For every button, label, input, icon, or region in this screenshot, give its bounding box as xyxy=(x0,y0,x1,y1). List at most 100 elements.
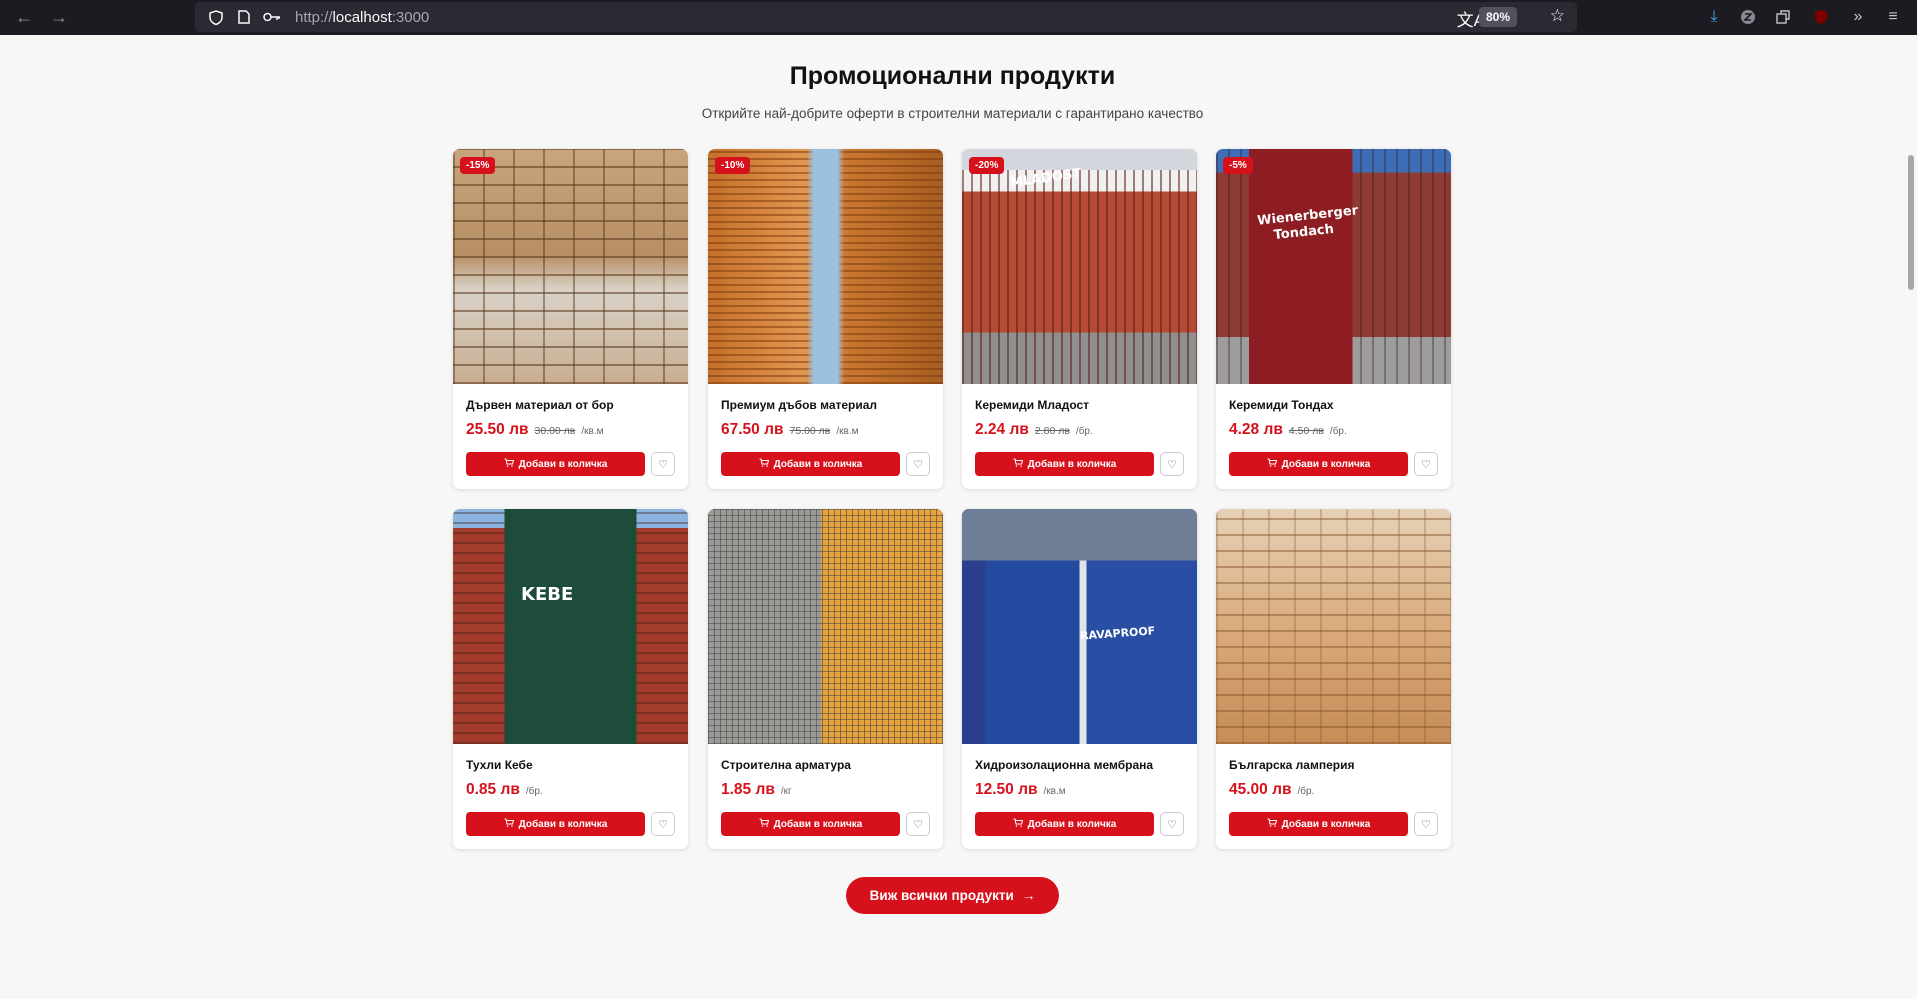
heart-icon: ♡ xyxy=(1167,818,1177,831)
star-icon[interactable]: ☆ xyxy=(1550,6,1565,26)
add-to-cart-label: Добави в количка xyxy=(518,818,608,830)
product-card[interactable]: -15% Дървен материал от бор 25.50 лв 30.… xyxy=(453,149,688,489)
discount-badge: -10% xyxy=(715,157,751,174)
view-all-products-button[interactable]: Виж всички продукти → xyxy=(846,877,1059,914)
price-row: 67.50 лв 75.00 лв /кв.м xyxy=(721,421,859,439)
product-price: 1.85 лв xyxy=(721,781,775,798)
product-card[interactable]: MLADOST -20% Керемиди Младост 2.24 лв 2.… xyxy=(962,149,1197,489)
product-price: 67.50 лв xyxy=(721,421,784,438)
wishlist-button[interactable]: ♡ xyxy=(906,452,930,476)
key-icon[interactable] xyxy=(261,12,283,22)
product-image[interactable] xyxy=(708,509,943,744)
add-to-cart-label: Добави в количка xyxy=(1281,458,1371,470)
cart-icon xyxy=(1267,458,1277,470)
add-to-cart-button[interactable]: Добави в количка xyxy=(721,812,900,836)
wishlist-button[interactable]: ♡ xyxy=(651,452,675,476)
product-image[interactable]: KEBE xyxy=(453,509,688,744)
old-price: 30.00 лв xyxy=(534,425,576,437)
product-price: 25.50 лв xyxy=(466,421,529,438)
url-text[interactable]: http://localhost:3000 xyxy=(295,9,429,26)
heart-icon: ♡ xyxy=(1167,458,1177,471)
product-image[interactable]: Wienerberger Tondach xyxy=(1216,149,1451,384)
product-name[interactable]: Премиум дъбов материал xyxy=(721,398,877,412)
cart-icon xyxy=(759,818,769,830)
cart-icon xyxy=(504,818,514,830)
product-image[interactable]: MLADOST xyxy=(962,149,1197,384)
old-price: 2.80 лв xyxy=(1034,425,1070,437)
browser-toolbar: ← → http://localhost:3000 文A 80% ☆ ⤓ » ≡ xyxy=(0,0,1917,35)
overflow-chevron-icon[interactable]: » xyxy=(1845,4,1871,30)
download-icon[interactable]: ⤓ xyxy=(1701,4,1727,30)
add-to-cart-button[interactable]: Добави в количка xyxy=(975,812,1154,836)
product-card[interactable]: KEBE Тухли Кебе 0.85 лв /бр. Добави в ко… xyxy=(453,509,688,849)
add-to-cart-button[interactable]: Добави в количка xyxy=(466,452,645,476)
shield-icon[interactable] xyxy=(205,9,227,25)
heart-icon: ♡ xyxy=(913,818,923,831)
back-arrow-icon[interactable]: ← xyxy=(10,3,38,31)
scrollbar-thumb[interactable] xyxy=(1908,155,1914,290)
add-to-cart-label: Добави в количка xyxy=(1027,818,1117,830)
add-to-cart-button[interactable]: Добави в количка xyxy=(1229,452,1408,476)
product-card[interactable]: Строителна арматура 1.85 лв /кг Добави в… xyxy=(708,509,943,849)
product-image-text: RAVAPROOF xyxy=(1079,624,1156,643)
product-image[interactable]: RAVAPROOF xyxy=(962,509,1197,744)
product-card[interactable]: Wienerberger Tondach -5% Керемиди Тондах… xyxy=(1216,149,1451,489)
price-row: 45.00 лв /бр. xyxy=(1229,781,1314,799)
product-name[interactable]: Строителна арматура xyxy=(721,758,851,772)
price-unit: /бр. xyxy=(1297,786,1315,797)
product-name[interactable]: Хидроизолационна мембрана xyxy=(975,758,1153,772)
price-row: 4.28 лв 4.50 лв /бр. xyxy=(1229,421,1347,439)
price-unit: /кв.м xyxy=(1043,786,1066,797)
product-name[interactable]: Дървен материал от бор xyxy=(466,398,614,412)
wishlist-button[interactable]: ♡ xyxy=(1414,812,1438,836)
add-to-cart-label: Добави в количка xyxy=(773,458,863,470)
address-bar[interactable]: http://localhost:3000 文A 80% ☆ xyxy=(195,2,1577,32)
arrow-right-icon: → xyxy=(1021,888,1036,903)
product-name[interactable]: Българска ламперия xyxy=(1229,758,1355,772)
price-row: 25.50 лв 30.00 лв /кв.м xyxy=(466,421,604,439)
product-card[interactable]: -10% Премиум дъбов материал 67.50 лв 75.… xyxy=(708,149,943,489)
add-to-cart-button[interactable]: Добави в количка xyxy=(1229,812,1408,836)
zotero-icon[interactable] xyxy=(1735,4,1761,30)
old-price: 4.50 лв xyxy=(1288,425,1324,437)
product-image-text: MLADOST xyxy=(1009,166,1083,191)
price-row: 1.85 лв /кг xyxy=(721,781,792,799)
add-to-cart-button[interactable]: Добави в количка xyxy=(975,452,1154,476)
heart-icon: ♡ xyxy=(658,458,668,471)
price-row: 12.50 лв /кв.м xyxy=(975,781,1066,799)
wishlist-button[interactable]: ♡ xyxy=(651,812,675,836)
price-unit: /кв.м xyxy=(836,426,859,437)
cart-icon xyxy=(1267,818,1277,830)
add-to-cart-button[interactable]: Добави в количка xyxy=(466,812,645,836)
product-card[interactable]: Българска ламперия 45.00 лв /бр. Добави … xyxy=(1216,509,1451,849)
product-name[interactable]: Тухли Кебе xyxy=(466,758,533,772)
view-all-label: Виж всички продукти xyxy=(869,888,1014,903)
product-image[interactable] xyxy=(1216,509,1451,744)
product-card[interactable]: RAVAPROOF Хидроизолационна мембрана 12.5… xyxy=(962,509,1197,849)
product-name[interactable]: Керемиди Тондах xyxy=(1229,398,1334,412)
ublock-icon[interactable] xyxy=(1808,4,1834,30)
extensions-icon[interactable] xyxy=(1770,4,1796,30)
price-row: 0.85 лв /бр. xyxy=(466,781,543,799)
heart-icon: ♡ xyxy=(1421,458,1431,471)
product-name[interactable]: Керемиди Младост xyxy=(975,398,1089,412)
forward-arrow-icon[interactable]: → xyxy=(45,3,73,31)
wishlist-button[interactable]: ♡ xyxy=(1160,452,1184,476)
section-title: Промоционални продукти xyxy=(789,62,1116,90)
zoom-level[interactable]: 80% xyxy=(1478,7,1517,27)
wishlist-button[interactable]: ♡ xyxy=(906,812,930,836)
menu-icon[interactable]: ≡ xyxy=(1880,4,1906,30)
wishlist-button[interactable]: ♡ xyxy=(1160,812,1184,836)
url-host: localhost xyxy=(332,8,392,26)
product-image[interactable] xyxy=(708,149,943,384)
heart-icon: ♡ xyxy=(658,818,668,831)
discount-badge: -5% xyxy=(1223,157,1253,174)
cart-icon xyxy=(504,458,514,470)
price-unit: /кв.м xyxy=(581,426,604,437)
wishlist-button[interactable]: ♡ xyxy=(1414,452,1438,476)
product-image[interactable] xyxy=(453,149,688,384)
cart-icon xyxy=(1013,818,1023,830)
add-to-cart-button[interactable]: Добави в количка xyxy=(721,452,900,476)
product-price: 2.24 лв xyxy=(975,421,1029,438)
page-icon[interactable] xyxy=(233,10,255,24)
